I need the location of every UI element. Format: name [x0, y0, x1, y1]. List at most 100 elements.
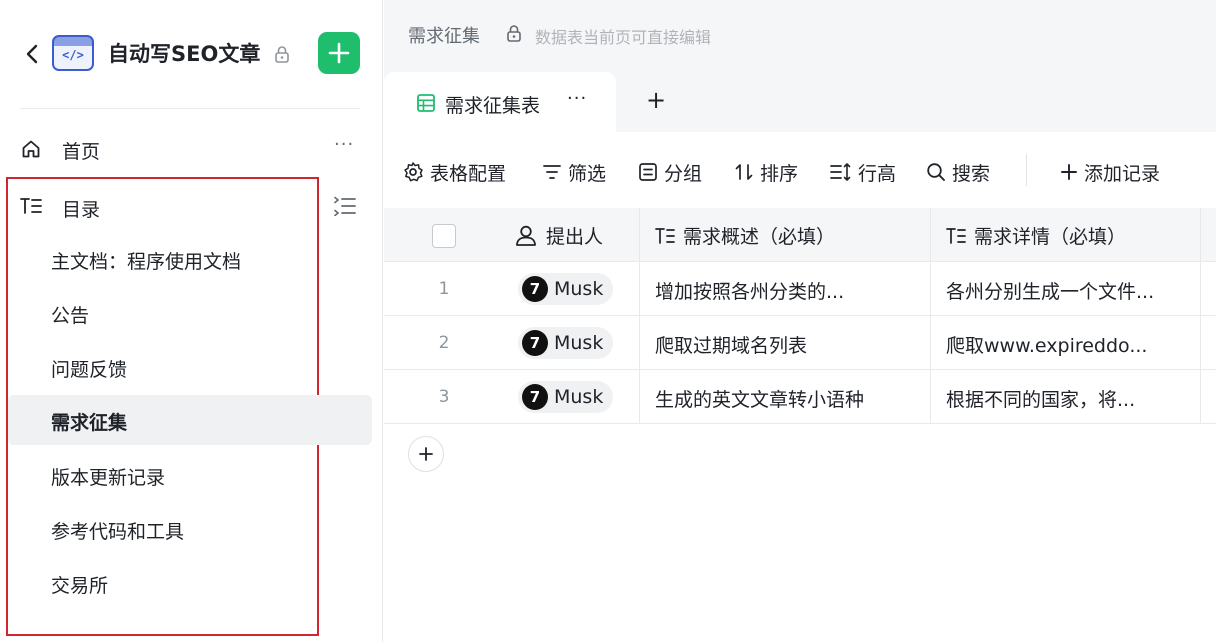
main-area: 需求征集 数据表当前页可直接编辑 需求征集表 ··· + 表格配置 筛选 分组 … — [384, 0, 1216, 642]
add-tab-button[interactable]: + — [646, 86, 666, 114]
person-chip[interactable]: 7 Musk — [518, 381, 614, 413]
sidebar-item-label: 问题反馈 — [51, 359, 128, 381]
sidebar-item-home[interactable]: 首页 ··· — [0, 126, 383, 172]
plus-icon — [419, 447, 433, 461]
sidebar-item-label: 首页 — [62, 141, 101, 163]
search-icon — [927, 163, 945, 181]
sidebar-item-catalog[interactable]: 目录 — [0, 186, 383, 230]
tab-label: 需求征集表 — [445, 95, 541, 117]
tool-label: 筛选 — [568, 162, 607, 185]
table-row[interactable]: 3 7 Musk 生成的英文文章转小语种 根据不同的国家，将... — [384, 370, 1216, 424]
column-divider — [639, 208, 640, 424]
sidebar-item-label: 参考代码和工具 — [51, 521, 185, 543]
table-row[interactable]: 1 7 Musk 增加按照各州分类的... 各州分别生成一个文件... — [384, 262, 1216, 316]
sidebar-item-label: 主文档：程序使用文档 — [51, 251, 242, 273]
sidebar-item-reference-code[interactable]: 参考代码和工具 — [8, 504, 372, 554]
person-name: Musk — [554, 332, 604, 354]
collapse-list-icon[interactable] — [334, 196, 356, 216]
sidebar-item-main-doc[interactable]: 主文档：程序使用文档 — [8, 234, 372, 284]
avatar: 7 — [522, 276, 548, 302]
table-config-button[interactable]: 表格配置 — [402, 158, 506, 186]
sidebar-item-changelog[interactable]: 版本更新记录 — [8, 450, 372, 500]
grid-header: 提出人 需求概述（必填） 需求详情（必填） — [384, 208, 1216, 262]
column-header-summary[interactable]: 需求概述（必填） — [655, 222, 835, 249]
detail-cell[interactable]: 根据不同的国家，将... — [946, 385, 1135, 412]
add-button[interactable] — [318, 32, 360, 74]
person-name: Musk — [554, 278, 604, 300]
back-button[interactable] — [20, 40, 44, 68]
filter-button[interactable]: 筛选 — [542, 158, 606, 186]
column-header-label: 提出人 — [546, 226, 604, 248]
tab-requirements-table[interactable]: 需求征集表 ··· — [384, 72, 616, 132]
detail-cell[interactable]: 各州分别生成一个文件... — [946, 277, 1154, 304]
person-chip[interactable]: 7 Musk — [518, 327, 614, 359]
row-height-icon — [830, 163, 851, 181]
column-divider — [1200, 208, 1201, 424]
plus-icon — [328, 42, 350, 64]
sidebar-item-announcement[interactable]: 公告 — [8, 288, 372, 338]
sidebar-item-label: 公告 — [51, 305, 90, 327]
tool-label: 添加记录 — [1084, 162, 1161, 185]
tool-label: 表格配置 — [430, 162, 507, 185]
column-header-proposer[interactable]: 提出人 — [514, 222, 603, 249]
select-all-checkbox[interactable] — [432, 224, 456, 248]
app-title: 自动写SEO文章 — [108, 42, 261, 66]
tool-label: 搜索 — [952, 162, 991, 185]
sidebar-item-label: 目录 — [62, 199, 101, 221]
avatar: 7 — [522, 330, 548, 356]
sidebar-item-label: 版本更新记录 — [51, 467, 166, 489]
summary-cell[interactable]: 增加按照各州分类的... — [655, 277, 844, 304]
sort-icon — [735, 164, 753, 180]
filter-icon — [543, 165, 561, 179]
more-icon[interactable]: ··· — [567, 88, 587, 109]
lock-icon — [275, 46, 289, 63]
person-name: Musk — [554, 386, 604, 408]
text-field-icon — [946, 227, 966, 244]
summary-cell[interactable]: 生成的英文文章转小语种 — [655, 385, 864, 412]
sidebar-item-label: 交易所 — [51, 575, 109, 597]
data-grid: 提出人 需求概述（必填） 需求详情（必填） 1 7 Musk 增加按照各州分类的… — [384, 208, 1216, 424]
row-number: 1 — [438, 279, 450, 299]
person-chip[interactable]: 7 Musk — [518, 273, 614, 305]
breadcrumb[interactable]: 需求征集 — [408, 22, 480, 48]
sidebar-item-label: 需求征集 — [51, 412, 128, 434]
toolbar-divider — [1026, 154, 1027, 186]
row-height-button[interactable]: 行高 — [830, 158, 896, 186]
table-row[interactable]: 2 7 Musk 爬取过期域名列表 爬取www.expireddo... — [384, 316, 1216, 370]
table-panel: 表格配置 筛选 分组 排序 行高 搜索 添加记录 提出人 需求概述（必填） 需求… — [384, 132, 1216, 642]
sidebar: </> 自动写SEO文章 首页 ··· 目录 主文档：程序使用文档 公告 问题反… — [0, 0, 383, 642]
column-divider — [930, 208, 931, 424]
sidebar-item-exchange[interactable]: 交易所 — [8, 558, 372, 608]
add-record-button[interactable]: 添加记录 — [1060, 158, 1160, 186]
group-icon — [639, 163, 657, 181]
chevron-left-icon — [26, 44, 38, 64]
app-code-icon: </> — [52, 35, 94, 71]
plus-icon — [1061, 164, 1077, 180]
home-icon — [22, 140, 40, 158]
group-button[interactable]: 分组 — [638, 158, 702, 186]
tool-label: 排序 — [760, 162, 799, 185]
more-icon[interactable]: ··· — [334, 134, 354, 155]
sidebar-item-requirements[interactable]: 需求征集 — [8, 395, 372, 445]
column-header-detail[interactable]: 需求详情（必填） — [946, 222, 1126, 249]
column-header-label: 需求概述（必填） — [683, 226, 836, 248]
sidebar-item-feedback[interactable]: 问题反馈 — [8, 342, 372, 392]
column-header-label: 需求详情（必填） — [974, 226, 1127, 248]
tool-label: 行高 — [858, 162, 897, 185]
text-field-icon — [655, 227, 675, 244]
detail-cell[interactable]: 爬取www.expireddo... — [946, 331, 1147, 358]
gear-icon — [404, 162, 423, 182]
toolbar: 表格配置 筛选 分组 排序 行高 搜索 添加记录 — [384, 132, 1216, 208]
row-number: 2 — [438, 333, 450, 353]
tool-label: 分组 — [664, 162, 703, 185]
search-button[interactable]: 搜索 — [926, 158, 990, 186]
table-icon — [417, 94, 435, 112]
summary-cell[interactable]: 爬取过期域名列表 — [655, 331, 807, 358]
avatar: 7 — [522, 384, 548, 410]
lock-icon — [507, 25, 521, 42]
row-number: 3 — [438, 387, 450, 407]
sidebar-divider — [20, 108, 360, 109]
toc-icon — [20, 198, 42, 214]
sort-button[interactable]: 排序 — [734, 158, 798, 186]
add-row-button[interactable] — [408, 436, 444, 472]
